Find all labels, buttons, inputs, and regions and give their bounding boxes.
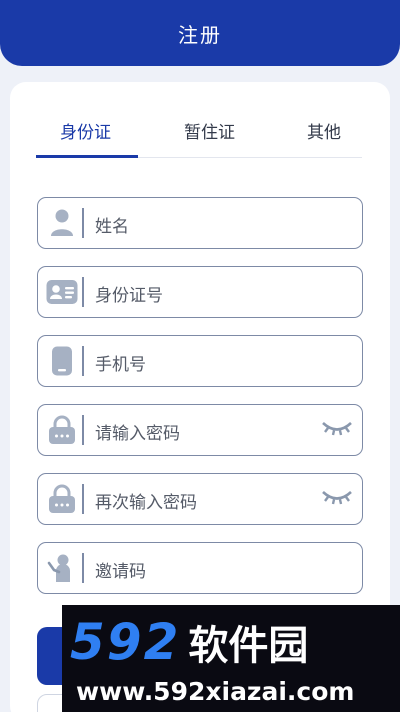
- phone-field[interactable]: 手机号: [37, 335, 363, 387]
- watermark-logo-number: 592: [70, 613, 181, 671]
- watermark-logo: 592 软件园: [70, 613, 390, 671]
- tab-other[interactable]: 其他: [307, 118, 341, 143]
- id-number-field[interactable]: 身份证号: [37, 266, 363, 318]
- name-input[interactable]: 姓名: [95, 212, 129, 237]
- tab-id-card[interactable]: 身份证: [60, 118, 111, 143]
- confirm-password-field[interactable]: 再次输入密码: [37, 473, 363, 525]
- eye-closed-icon[interactable]: [320, 485, 354, 511]
- name-field[interactable]: 姓名: [37, 197, 363, 249]
- field-divider: [82, 415, 84, 445]
- field-divider: [82, 484, 84, 514]
- watermark-url: www.592xiazai.com: [76, 677, 355, 706]
- invite-icon: [46, 552, 78, 584]
- watermark-logo-text: 软件园: [188, 623, 309, 669]
- password-input[interactable]: 请输入密码: [95, 419, 180, 444]
- field-divider: [82, 553, 84, 583]
- field-divider: [82, 208, 84, 238]
- confirm-password-input[interactable]: 再次输入密码: [95, 488, 197, 513]
- active-tab-indicator: [36, 155, 138, 158]
- person-icon: [46, 207, 78, 239]
- app-header: 注册: [0, 0, 400, 66]
- password-field[interactable]: 请输入密码: [37, 404, 363, 456]
- invite-code-field[interactable]: 邀请码: [37, 542, 363, 594]
- lock-icon: [46, 483, 78, 515]
- phone-icon: [46, 345, 78, 377]
- id-card-icon: [46, 276, 78, 308]
- page-title: 注册: [178, 22, 222, 47]
- watermark: 592 软件园 www.592xiazai.com: [62, 605, 400, 712]
- eye-closed-icon[interactable]: [320, 416, 354, 442]
- invite-code-input[interactable]: 邀请码: [95, 557, 146, 582]
- tab-residence-permit[interactable]: 暂住证: [184, 118, 235, 143]
- document-type-tabs: 身份证 暂住证 其他: [36, 104, 362, 158]
- field-divider: [82, 346, 84, 376]
- field-divider: [82, 277, 84, 307]
- lock-icon: [46, 414, 78, 446]
- phone-input[interactable]: 手机号: [95, 350, 146, 375]
- id-number-input[interactable]: 身份证号: [95, 281, 163, 306]
